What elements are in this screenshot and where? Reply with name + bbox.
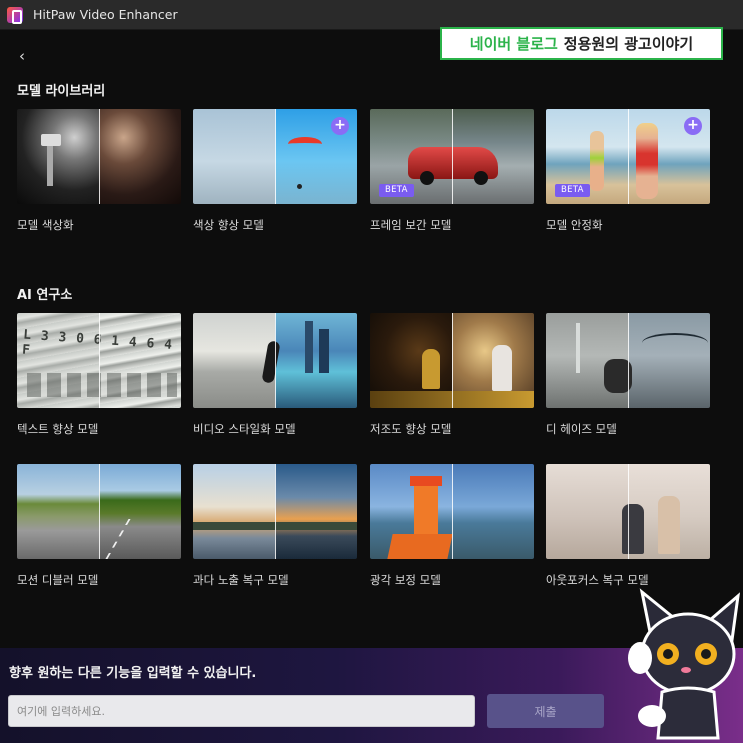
- card-label: 디 헤이즈 모델: [546, 422, 617, 436]
- card-label: 아웃포커스 복구 모델: [546, 573, 649, 587]
- feature-request-input[interactable]: [8, 695, 475, 727]
- title-bar: HitPaw Video Enhancer: [0, 0, 743, 30]
- beta-badge: BETA: [555, 184, 590, 197]
- card-label: 모델 안정화: [546, 218, 603, 232]
- compare-divider: [99, 464, 100, 559]
- model-card-frame-interpolation[interactable]: BETA 프레임 보간 모델: [370, 109, 534, 233]
- model-card-motion-deblur[interactable]: 모션 디블러 모델: [17, 464, 181, 588]
- submit-button[interactable]: 제출: [487, 694, 604, 728]
- compare-divider: [99, 109, 100, 204]
- thumbnail: [17, 464, 181, 559]
- card-label: 텍스트 향상 모델: [17, 422, 99, 436]
- plus-icon[interactable]: +: [684, 117, 702, 135]
- app-title: HitPaw Video Enhancer: [33, 7, 178, 22]
- blog-name: 네이버 블로그: [469, 35, 558, 53]
- thumbnail: [193, 313, 357, 408]
- compare-divider: [275, 109, 276, 204]
- model-card-video-stylize[interactable]: 비디오 스타일화 모델: [193, 313, 357, 437]
- plus-icon[interactable]: +: [331, 117, 349, 135]
- card-label: 색상 향상 모델: [193, 218, 264, 232]
- section-title-model-library: 모델 라이브러리: [17, 84, 106, 99]
- compare-divider: [275, 313, 276, 408]
- card-label: 과다 노출 복구 모델: [193, 573, 289, 587]
- thumbnail: BETA: [370, 109, 534, 204]
- thumbnail: [546, 464, 710, 559]
- thumbnail: [370, 313, 534, 408]
- thumbnail: [370, 464, 534, 559]
- model-card-low-light-enhance[interactable]: 저조도 향상 모델: [370, 313, 534, 437]
- card-label: 광각 보정 모델: [370, 573, 441, 587]
- card-label: 프레임 보간 모델: [370, 218, 452, 232]
- compare-divider: [275, 464, 276, 559]
- thumbnail: [193, 464, 357, 559]
- blog-owner: 정용원의 광고이야기: [563, 35, 694, 53]
- compare-divider: [628, 109, 629, 204]
- compare-divider: [99, 313, 100, 408]
- compare-divider: [628, 464, 629, 559]
- compare-divider: [452, 464, 453, 559]
- thumbnail: +: [193, 109, 357, 204]
- section-title-ai-lab: AI 연구소: [17, 288, 73, 303]
- model-card-color-enhance[interactable]: + 색상 향상 모델: [193, 109, 357, 233]
- thumbnail: [17, 109, 181, 204]
- model-card-dehaze[interactable]: 디 헤이즈 모델: [546, 313, 710, 437]
- chevron-left-icon: ‹: [19, 47, 25, 65]
- thumbnail: [546, 313, 710, 408]
- compare-divider: [452, 313, 453, 408]
- card-label: 저조도 향상 모델: [370, 422, 452, 436]
- model-card-wide-angle-correct[interactable]: 광각 보정 모델: [370, 464, 534, 588]
- compare-divider: [452, 109, 453, 204]
- card-label: 모션 디블러 모델: [17, 573, 99, 587]
- model-card-defocus-restore[interactable]: 아웃포커스 복구 모델: [546, 464, 710, 588]
- model-card-stabilization[interactable]: + BETA 모델 안정화: [546, 109, 710, 233]
- back-button[interactable]: ‹: [13, 46, 31, 66]
- thumbnail: + BETA: [546, 109, 710, 204]
- cat-mascot-icon: [628, 588, 741, 740]
- thumbnail: L 3 3 0 6 1 4 6 4 F: [17, 313, 181, 408]
- beta-badge: BETA: [379, 184, 414, 197]
- model-card-overexposure-restore[interactable]: 과다 노출 복구 모델: [193, 464, 357, 588]
- app-logo-icon: [7, 6, 23, 24]
- card-label: 모델 색상화: [17, 218, 74, 232]
- card-label: 비디오 스타일화 모델: [193, 422, 296, 436]
- compare-divider: [628, 313, 629, 408]
- feature-request-prompt: 향후 원하는 다른 기능을 입력할 수 있습니다.: [9, 666, 257, 681]
- blog-watermark: 네이버 블로그 정용원의 광고이야기: [440, 27, 723, 60]
- model-card-text-enhance[interactable]: L 3 3 0 6 1 4 6 4 F 텍스트 향상 모델: [17, 313, 181, 437]
- model-card-colorize[interactable]: 모델 색상화: [17, 109, 181, 233]
